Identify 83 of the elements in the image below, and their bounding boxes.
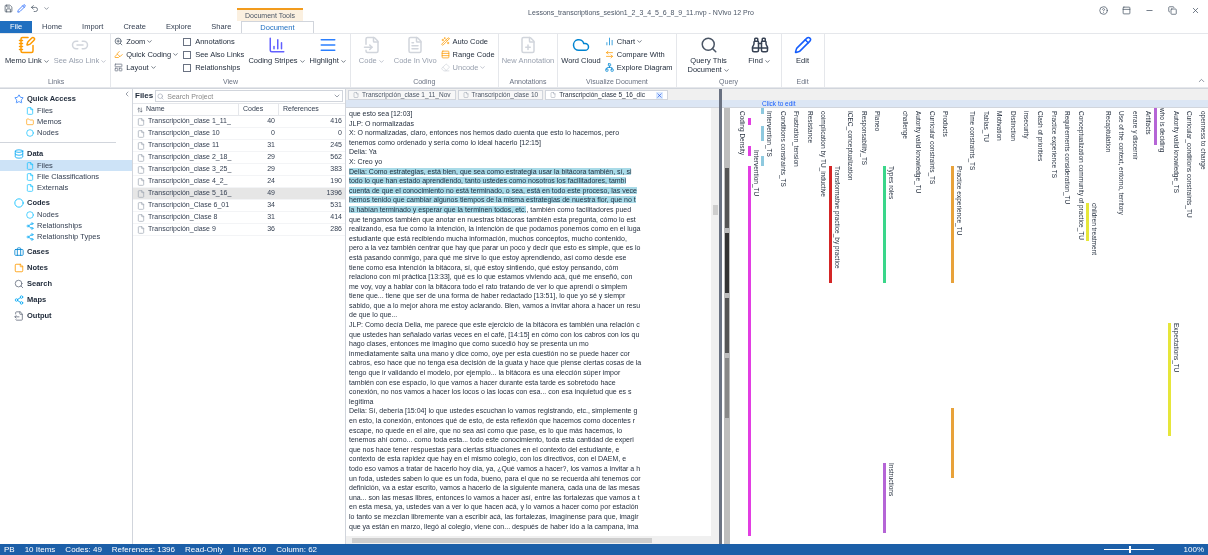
note-icon <box>14 262 24 273</box>
file-icon <box>26 172 34 181</box>
file-icon <box>550 92 557 98</box>
output-icon <box>14 310 24 321</box>
coding-stripe[interactable] <box>950 166 954 283</box>
coding-stripe[interactable] <box>747 166 751 536</box>
stripes-icon <box>267 36 286 54</box>
ribbon-display-icon[interactable] <box>1122 6 1131 15</box>
relationship-icon <box>26 221 34 230</box>
search-icon <box>699 36 718 54</box>
status-text: Line: 650 <box>233 544 267 555</box>
chart-icon <box>604 37 614 46</box>
pencil-icon <box>793 36 812 54</box>
dropdown-icon[interactable] <box>333 92 341 100</box>
vertical-scrollbar[interactable] <box>711 108 719 536</box>
highlight-icon <box>319 36 338 54</box>
file-icon <box>137 141 145 150</box>
file-icon <box>137 153 145 162</box>
node-icon <box>26 210 34 219</box>
checkbox[interactable] <box>183 50 192 59</box>
slider-thumb[interactable] <box>1128 546 1131 553</box>
sort-icon <box>137 106 143 113</box>
status-text: Read-Only <box>185 544 224 555</box>
help-icon[interactable] <box>1099 6 1108 15</box>
wand-icon <box>440 37 450 46</box>
node-icon <box>26 128 34 137</box>
relationship-icon <box>26 232 34 241</box>
collapse-icon[interactable] <box>1197 76 1206 85</box>
file-icon <box>137 177 145 186</box>
search-icon <box>14 278 24 289</box>
status-text: Column: 62 <box>276 544 318 555</box>
notebook-icon <box>18 36 37 54</box>
status-text: References: 1396 <box>111 544 175 555</box>
status-text: PB <box>4 544 15 555</box>
file-icon <box>462 92 469 98</box>
eraser-icon <box>440 63 450 72</box>
file-icon <box>26 183 34 192</box>
document-icon <box>406 36 425 54</box>
status-text: Codes: 49 <box>65 544 102 555</box>
file-icon <box>26 106 34 115</box>
file-icon <box>137 213 145 222</box>
close-icon[interactable] <box>1191 6 1200 15</box>
coding-stripe[interactable] <box>747 146 751 156</box>
file-icon <box>353 92 359 98</box>
cloud-icon <box>572 36 590 54</box>
binoculars-icon <box>750 36 769 54</box>
file-icon <box>137 225 145 234</box>
circle-icon <box>14 197 24 208</box>
coding-stripe[interactable] <box>747 118 751 125</box>
restore-icon[interactable] <box>1168 6 1177 15</box>
layout-icon <box>114 63 124 72</box>
undo-icon[interactable] <box>30 4 39 13</box>
zoom-icon <box>114 37 124 46</box>
rows-icon <box>440 50 450 59</box>
file-icon <box>137 189 145 198</box>
coding-stripe[interactable] <box>950 408 954 478</box>
coding-stripe[interactable] <box>828 166 832 283</box>
coding-stripe[interactable] <box>1153 108 1157 145</box>
pencil-icon[interactable] <box>17 4 26 13</box>
checkbox[interactable] <box>183 63 192 72</box>
code-icon <box>362 36 381 54</box>
file-icon <box>137 129 145 138</box>
search-icon <box>157 92 165 100</box>
folder-icon <box>26 117 34 126</box>
checkbox[interactable] <box>183 37 192 46</box>
diagram-icon <box>604 63 614 72</box>
zoom-reading: 100% <box>1183 544 1204 555</box>
file-icon <box>26 161 34 170</box>
highlighter-icon <box>114 50 124 59</box>
file-icon <box>137 201 145 210</box>
case-icon <box>14 246 24 257</box>
status-text: 10 Items <box>24 544 56 555</box>
customize-icon[interactable] <box>43 5 50 12</box>
panel-title: Files <box>135 90 154 102</box>
compare-icon <box>604 50 614 59</box>
file-plus-icon <box>518 36 537 54</box>
save-icon[interactable] <box>4 4 13 13</box>
file-icon <box>137 165 145 174</box>
close-icon[interactable] <box>655 91 663 99</box>
horizontal-scrollbar[interactable] <box>346 536 719 544</box>
collapse-icon[interactable] <box>123 90 131 98</box>
file-icon <box>137 117 145 126</box>
star-icon <box>14 93 24 104</box>
